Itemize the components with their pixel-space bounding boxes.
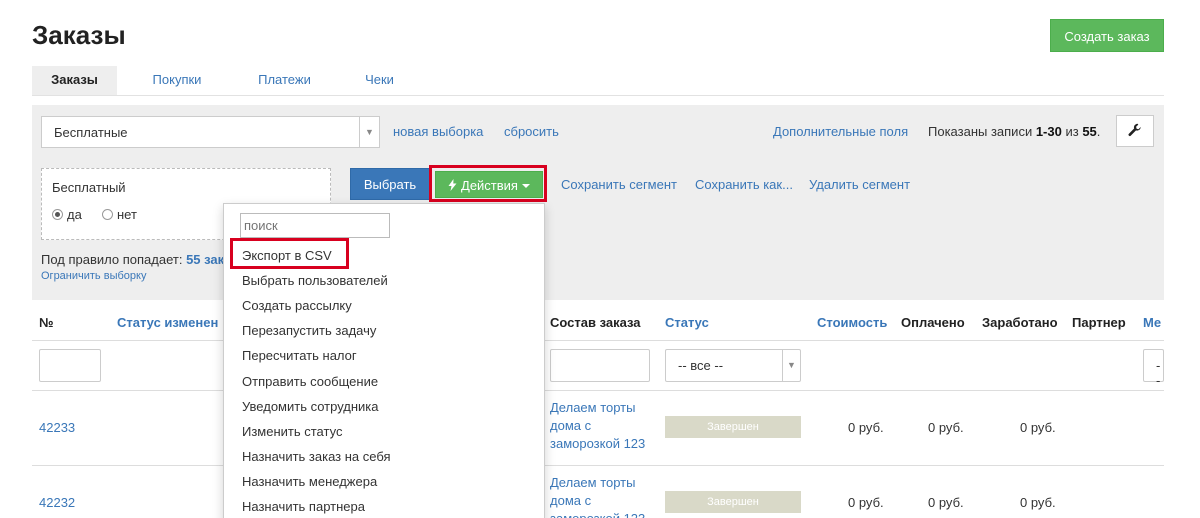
tab-bar: Заказы Покупки Платежи Чеки (32, 66, 1164, 96)
composition-filter-input[interactable] (550, 349, 650, 382)
select-button[interactable]: Выбрать (350, 168, 430, 200)
wrench-button[interactable] (1116, 115, 1154, 147)
manager-filter-value: -- (1156, 358, 1161, 388)
page-title: Заказы (32, 20, 126, 50)
rule-title: Бесплатный (52, 180, 126, 195)
chevron-down-icon: ▼ (359, 117, 379, 147)
order-paid: 0 руб. (928, 495, 964, 510)
order-composition-link[interactable]: Делаем торты дома с заморозкой 123 (550, 399, 660, 453)
menu-item-notify-employee[interactable]: Уведомить сотрудника (242, 399, 379, 414)
manager-filter-select[interactable]: -- (1143, 349, 1164, 388)
menu-item-send-message[interactable]: Отправить сообщение (242, 374, 378, 389)
col-number: № (39, 315, 54, 330)
extra-fields-link[interactable]: Дополнительные поля (773, 124, 908, 139)
reset-link[interactable]: сбросить (504, 124, 559, 139)
col-status[interactable]: Статус (665, 315, 709, 330)
matches-text: Под правило попадает: 55 зак (41, 252, 225, 267)
col-partner: Партнер (1072, 315, 1126, 330)
tab-purchases[interactable]: Покупки (132, 66, 222, 95)
status-badge: Завершен (665, 491, 801, 513)
menu-item-assign-partner[interactable]: Назначить партнера (242, 499, 365, 514)
caret-down-icon (521, 184, 530, 188)
segment-select-value: Бесплатные (54, 125, 128, 140)
order-earned: 0 руб. (1020, 420, 1056, 435)
radio-yes[interactable]: да (52, 207, 82, 222)
tab-receipts[interactable]: Чеки (347, 66, 412, 95)
status-badge: Завершен (665, 416, 801, 438)
save-as-link[interactable]: Сохранить как... (695, 177, 793, 192)
order-earned: 0 руб. (1020, 495, 1056, 510)
row-divider (32, 465, 1164, 466)
order-id-link[interactable]: 42233 (39, 420, 75, 435)
create-order-button[interactable]: Создать заказ (1050, 19, 1164, 52)
menu-item-create-mailing[interactable]: Создать рассылку (242, 298, 352, 313)
order-paid: 0 руб. (928, 420, 964, 435)
radio-unchecked-icon (102, 209, 113, 220)
menu-item-assign-manager[interactable]: Назначить менеджера (242, 474, 377, 489)
actions-button[interactable]: Действия (435, 171, 543, 198)
status-filter-select[interactable]: -- все -- ▼ (665, 349, 801, 382)
status-filter-value: -- все -- (678, 358, 724, 373)
order-composition-link[interactable]: Делаем торты дома с заморозкой 123 (550, 474, 660, 518)
col-cost[interactable]: Стоимость (817, 315, 887, 330)
order-cost: 0 руб. (848, 420, 884, 435)
filter-divider (32, 390, 1164, 391)
menu-item-change-status[interactable]: Изменить статус (242, 424, 342, 439)
menu-item-restart-task[interactable]: Перезапустить задачу (242, 323, 376, 338)
lightning-icon (448, 179, 457, 191)
tab-payments[interactable]: Платежи (242, 66, 327, 95)
segment-select[interactable]: Бесплатные ▼ (41, 116, 380, 148)
order-id-link[interactable]: 42232 (39, 495, 75, 510)
number-filter-input[interactable] (39, 349, 101, 382)
menu-item-select-users[interactable]: Выбрать пользователей (242, 273, 388, 288)
delete-segment-link[interactable]: Удалить сегмент (809, 177, 910, 192)
col-manager[interactable]: Ме (1143, 315, 1161, 330)
radio-checked-icon (52, 209, 63, 220)
radio-no[interactable]: нет (102, 207, 137, 222)
dropdown-search-input[interactable] (240, 213, 390, 238)
tab-orders[interactable]: Заказы (32, 66, 117, 95)
limit-selection-link[interactable]: Ограничить выборку (41, 270, 146, 282)
new-selection-link[interactable]: новая выборка (393, 124, 483, 139)
save-segment-link[interactable]: Сохранить сегмент (561, 177, 677, 192)
actions-button-label: Действия (461, 178, 518, 193)
chevron-down-icon: ▼ (782, 350, 800, 381)
header-divider (32, 340, 1164, 341)
col-paid: Оплачено (901, 315, 965, 330)
menu-item-assign-to-self[interactable]: Назначить заказ на себя (242, 449, 391, 464)
col-status-changed[interactable]: Статус изменен (117, 315, 218, 330)
menu-item-export-csv[interactable]: Экспорт в CSV (242, 248, 332, 263)
col-earned: Заработано (982, 315, 1058, 330)
order-cost: 0 руб. (848, 495, 884, 510)
records-shown-text: Показаны записи 1-30 из 55. (928, 124, 1101, 139)
col-composition: Состав заказа (550, 315, 641, 330)
menu-item-recalculate-tax[interactable]: Пересчитать налог (242, 348, 357, 363)
wrench-icon (1128, 123, 1141, 136)
